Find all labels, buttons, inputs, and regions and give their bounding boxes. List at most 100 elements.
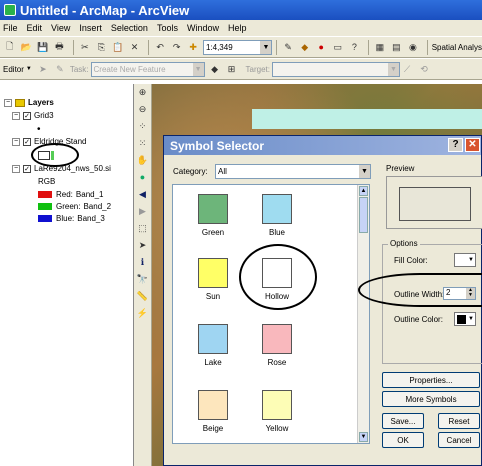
editor-menu[interactable]: Editor <box>3 65 24 74</box>
catalog-icon[interactable]: ◆ <box>298 40 312 54</box>
table-icon[interactable]: ▤ <box>390 40 404 54</box>
symbol-green[interactable]: Green <box>183 194 243 237</box>
identify-icon[interactable]: ℹ <box>136 256 150 270</box>
zoom-in-icon[interactable]: ⊕ <box>136 86 150 100</box>
chevron-down-icon[interactable]: ▼ <box>26 66 32 72</box>
menu-view[interactable]: View <box>51 23 70 33</box>
spatial-analyst-label[interactable]: Spatial Analys <box>432 43 482 52</box>
measure-icon[interactable]: 📏 <box>136 290 150 304</box>
chevron-down-icon[interactable]: ▼ <box>388 62 399 76</box>
menu-tools[interactable]: Tools <box>157 23 178 33</box>
menu-window[interactable]: Window <box>187 23 219 33</box>
print-icon[interactable]: 🖶 <box>53 40 67 54</box>
edit-tool-icon[interactable]: ➤ <box>36 62 50 76</box>
symbol-swatch <box>262 194 292 224</box>
hyperlink-icon[interactable]: ⚡ <box>136 307 150 321</box>
scroll-up-icon[interactable]: ▲ <box>359 186 368 196</box>
symbol-hollow[interactable]: Hollow <box>247 258 307 301</box>
scroll-down-icon[interactable]: ▼ <box>359 432 368 442</box>
toc-layers-row[interactable]: − Layers <box>4 98 54 107</box>
symbol-lake[interactable]: Lake <box>183 324 243 367</box>
menu-file[interactable]: File <box>3 23 18 33</box>
chevron-down-icon[interactable]: ▼ <box>359 165 370 178</box>
map-scale-combo[interactable]: 1:4,349 ▼ <box>202 39 273 55</box>
whats-this-icon[interactable]: ? <box>348 40 362 54</box>
symbol-blue[interactable]: Blue <box>247 194 307 237</box>
copy-icon[interactable]: ⎘ <box>95 40 109 54</box>
chevron-down-icon[interactable]: ▼ <box>260 40 272 54</box>
sketch-properties-icon[interactable]: ◆ <box>208 62 222 76</box>
fixed-zoom-in-icon[interactable]: ⁘ <box>136 120 150 134</box>
properties-button[interactable]: Properties... <box>382 372 480 388</box>
forward-extent-icon[interactable]: ▶ <box>136 205 150 219</box>
add-data-icon[interactable]: ✚ <box>186 40 200 54</box>
open-folder-icon[interactable]: 📂 <box>20 40 34 54</box>
save-button[interactable]: Save... <box>382 413 424 429</box>
new-document-icon[interactable]: 🗋 <box>3 40 17 54</box>
help-button[interactable]: ? <box>448 138 463 152</box>
layer-visibility-checkbox[interactable]: ✓ <box>23 164 31 173</box>
symbol-swatch <box>262 258 292 288</box>
outline-width-stepper[interactable]: 2 ▲ ▼ <box>443 287 476 300</box>
toolbar-separator <box>426 39 428 55</box>
save-icon[interactable]: 💾 <box>36 40 50 54</box>
collapse-icon[interactable]: − <box>12 164 20 173</box>
redo-icon[interactable]: ↷ <box>170 40 184 54</box>
menu-selection[interactable]: Selection <box>111 23 148 33</box>
cancel-button[interactable]: Cancel <box>438 432 480 448</box>
fixed-zoom-out-icon[interactable]: ⁙ <box>136 137 150 151</box>
symbol-beige[interactable]: Beige <box>183 390 243 433</box>
fill-color-button[interactable]: ▼ <box>454 253 476 267</box>
toc-eldridge-row[interactable]: − ✓ Eldridge Stand <box>12 137 86 146</box>
zoom-out-icon[interactable]: ⊖ <box>136 103 150 117</box>
scrollbar-thumb[interactable] <box>359 197 368 233</box>
ok-button[interactable]: OK <box>382 432 424 448</box>
more-symbols-button[interactable]: More Symbols <box>382 391 480 407</box>
toc-raster-row[interactable]: − ✓ LaRe9204_nws_50.si <box>12 164 111 173</box>
symbol-rose[interactable]: Rose <box>247 324 307 367</box>
menu-insert[interactable]: Insert <box>79 23 102 33</box>
select-features-icon[interactable]: ⬚ <box>136 222 150 236</box>
paste-icon[interactable]: 📋 <box>111 40 125 54</box>
target-combo[interactable]: ▼ <box>272 61 400 77</box>
polygon-symbol-icon[interactable] <box>38 151 50 160</box>
category-select[interactable]: All ▼ <box>215 164 371 179</box>
stepper-arrows-icon[interactable]: ▲ ▼ <box>466 288 475 299</box>
full-extent-icon[interactable]: ● <box>136 171 150 185</box>
menu-edit[interactable]: Edit <box>27 23 43 33</box>
delete-icon[interactable]: ✕ <box>128 40 142 54</box>
layer-visibility-checkbox[interactable]: ✓ <box>23 137 31 146</box>
symbol-list-scrollbar[interactable]: ▲ ▼ <box>357 185 369 443</box>
collapse-icon[interactable]: − <box>4 98 12 107</box>
dialog-title-bar[interactable]: Symbol Selector ? ✕ <box>164 136 481 155</box>
command-line-icon[interactable]: ▭ <box>331 40 345 54</box>
split-tool-icon[interactable]: ⟋ <box>400 62 414 76</box>
find-icon[interactable]: 🔭 <box>136 273 150 287</box>
layer-icon[interactable]: ▦ <box>373 40 387 54</box>
sketch-tool-icon[interactable]: ✎ <box>53 62 67 76</box>
editor-toolbar: Editor ▼ ➤ ✎ Task: Create New Feature ▼ … <box>0 58 482 80</box>
task-combo[interactable]: Create New Feature ▼ <box>90 61 205 77</box>
collapse-icon[interactable]: − <box>12 111 20 120</box>
collapse-icon[interactable]: − <box>12 137 20 146</box>
layer-visibility-checkbox[interactable]: ✓ <box>23 111 31 120</box>
outline-color-button[interactable]: ▼ <box>454 312 476 326</box>
close-button[interactable]: ✕ <box>465 138 480 152</box>
select-elements-icon[interactable]: ➤ <box>136 239 150 253</box>
editor-toolbar-icon[interactable]: ✎ <box>281 40 295 54</box>
toolbox-icon[interactable]: ● <box>314 40 328 54</box>
pan-icon[interactable]: ✋ <box>136 154 150 168</box>
attributes-icon[interactable]: ⊞ <box>225 62 239 76</box>
toc-eldridge-symbol[interactable] <box>38 151 54 160</box>
menu-help[interactable]: Help <box>228 23 247 33</box>
back-extent-icon[interactable]: ◀ <box>136 188 150 202</box>
cut-icon[interactable]: ✂ <box>78 40 92 54</box>
undo-icon[interactable]: ↶ <box>153 40 167 54</box>
symbol-sun[interactable]: Sun <box>183 258 243 301</box>
reset-button[interactable]: Reset <box>438 413 480 429</box>
chevron-down-icon[interactable]: ▼ <box>192 62 204 76</box>
toc-grid3-row[interactable]: − ✓ Grid3 <box>12 111 54 120</box>
symbol-yellow[interactable]: Yellow <box>247 390 307 433</box>
globe-icon[interactable]: ◉ <box>406 40 420 54</box>
rotate-tool-icon[interactable]: ⟲ <box>417 62 431 76</box>
